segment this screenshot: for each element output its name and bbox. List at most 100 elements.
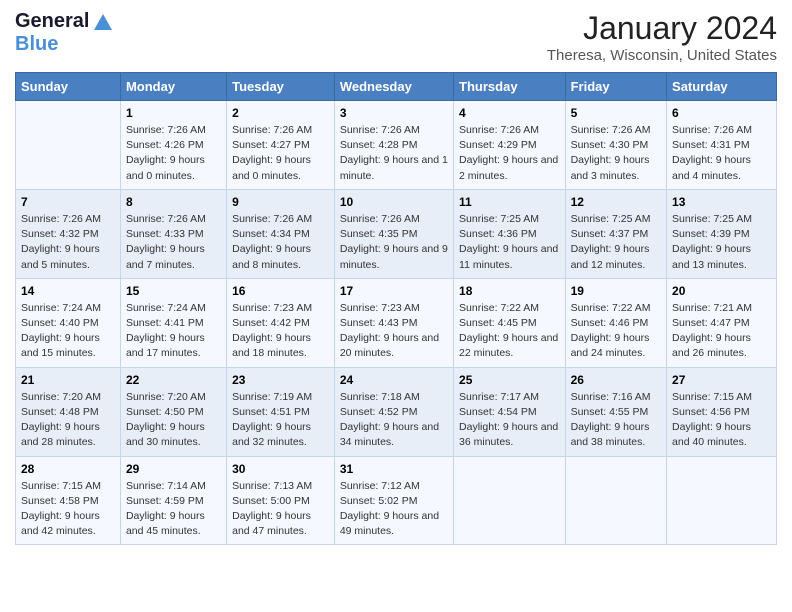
logo-blue-text: Blue (15, 33, 58, 56)
day-number: 17 (340, 284, 448, 298)
calendar-cell: 15Sunrise: 7:24 AMSunset: 4:41 PMDayligh… (120, 278, 226, 367)
calendar-cell: 20 Sunrise: 7:21 AMSunset: 4:47 PMDayligh… (667, 278, 777, 367)
day-number: 5 (571, 106, 661, 120)
cell-info: Sunrise: 7:24 AMSunset: 4:40 PMDaylight:… (21, 301, 115, 362)
calendar-subtitle: Theresa, Wisconsin, United States (547, 47, 777, 64)
cell-info: Sunrise: 7:16 AMSunset: 4:55 PMDaylight:… (571, 390, 661, 451)
cell-info: Sunrise: 7:26 AMSunset: 4:29 PMDaylight:… (459, 123, 560, 184)
calendar-cell: 16Sunrise: 7:23 AMSunset: 4:42 PMDayligh… (227, 278, 335, 367)
day-header-sunday: Sunday (16, 73, 121, 101)
cell-info: Sunrise: 7:20 AMSunset: 4:48 PMDaylight:… (21, 390, 115, 451)
day-number: 23 (232, 373, 329, 387)
calendar-cell: 12 Sunrise: 7:25 AMSunset: 4:37 PMDayligh… (565, 189, 666, 278)
day-number: 1 (126, 106, 221, 120)
calendar-cell: 2Sunrise: 7:26 AMSunset: 4:27 PMDaylight… (227, 101, 335, 190)
calendar-cell: 13 Sunrise: 7:25 AMSunset: 4:39 PMDayligh… (667, 189, 777, 278)
calendar-week-row: 14 Sunrise: 7:24 AMSunset: 4:40 PMDayligh… (16, 278, 777, 367)
calendar-cell: 29Sunrise: 7:14 AMSunset: 4:59 PMDayligh… (120, 456, 226, 545)
calendar-cell (667, 456, 777, 545)
calendar-cell: 21Sunrise: 7:20 AMSunset: 4:48 PMDayligh… (16, 367, 121, 456)
day-number: 27 (672, 373, 771, 387)
cell-info: Sunrise: 7:22 AMSunset: 4:45 PMDaylight:… (459, 301, 560, 362)
calendar-week-row: 7 Sunrise: 7:26 AMSunset: 4:32 PMDaylight… (16, 189, 777, 278)
calendar-title: January 2024 (547, 10, 777, 47)
page-header: General Blue January 2024 Theresa, Wisco… (15, 10, 777, 64)
day-header-thursday: Thursday (454, 73, 566, 101)
calendar-cell: 11 Sunrise: 7:25 AMSunset: 4:36 PMDayligh… (454, 189, 566, 278)
day-number: 18 (459, 284, 560, 298)
day-number: 4 (459, 106, 560, 120)
day-number: 6 (672, 106, 771, 120)
cell-info: Sunrise: 7:25 AMSunset: 4:37 PMDaylight:… (571, 212, 661, 273)
calendar-cell (16, 101, 121, 190)
calendar-week-row: 28 Sunrise: 7:15 AMSunset: 4:58 PMDayligh… (16, 456, 777, 545)
day-number: 13 (672, 195, 771, 209)
cell-info: Sunrise: 7:22 AMSunset: 4:46 PMDaylight:… (571, 301, 661, 362)
day-number: 12 (571, 195, 661, 209)
day-number: 26 (571, 373, 661, 387)
logo: General Blue (15, 10, 112, 56)
calendar-cell: 6 Sunrise: 7:26 AMSunset: 4:31 PMDaylight… (667, 101, 777, 190)
cell-info: Sunrise: 7:14 AMSunset: 4:59 PMDaylight:… (126, 479, 221, 540)
calendar-week-row: 1 Sunrise: 7:26 AMSunset: 4:26 PMDaylight… (16, 101, 777, 190)
cell-info: Sunrise: 7:26 AMSunset: 4:30 PMDaylight:… (571, 123, 661, 184)
day-number: 9 (232, 195, 329, 209)
title-block: January 2024 Theresa, Wisconsin, United … (547, 10, 777, 64)
day-number: 16 (232, 284, 329, 298)
cell-info: Sunrise: 7:26 AMSunset: 4:26 PMDaylight:… (126, 123, 221, 184)
logo-triangle-icon (94, 14, 112, 30)
cell-info: Sunrise: 7:18 AMSunset: 4:52 PMDaylight:… (340, 390, 448, 451)
calendar-cell (565, 456, 666, 545)
calendar-cell: 18 Sunrise: 7:22 AMSunset: 4:45 PMDayligh… (454, 278, 566, 367)
day-number: 8 (126, 195, 221, 209)
day-number: 28 (21, 462, 115, 476)
calendar-cell: 3Sunrise: 7:26 AMSunset: 4:28 PMDaylight… (334, 101, 453, 190)
cell-info: Sunrise: 7:20 AMSunset: 4:50 PMDaylight:… (126, 390, 221, 451)
cell-info: Sunrise: 7:23 AMSunset: 4:43 PMDaylight:… (340, 301, 448, 362)
cell-info: Sunrise: 7:26 AMSunset: 4:28 PMDaylight:… (340, 123, 448, 184)
day-number: 30 (232, 462, 329, 476)
calendar-cell (454, 456, 566, 545)
day-number: 20 (672, 284, 771, 298)
day-number: 25 (459, 373, 560, 387)
day-number: 19 (571, 284, 661, 298)
cell-info: Sunrise: 7:26 AMSunset: 4:32 PMDaylight:… (21, 212, 115, 273)
calendar-cell: 22 Sunrise: 7:20 AMSunset: 4:50 PMDayligh… (120, 367, 226, 456)
cell-info: Sunrise: 7:26 AMSunset: 4:31 PMDaylight:… (672, 123, 771, 184)
day-number: 10 (340, 195, 448, 209)
cell-info: Sunrise: 7:13 AMSunset: 5:00 PMDaylight:… (232, 479, 329, 540)
day-header-friday: Friday (565, 73, 666, 101)
day-number: 2 (232, 106, 329, 120)
cell-info: Sunrise: 7:15 AMSunset: 4:58 PMDaylight:… (21, 479, 115, 540)
calendar-cell: 19 Sunrise: 7:22 AMSunset: 4:46 PMDayligh… (565, 278, 666, 367)
cell-info: Sunrise: 7:21 AMSunset: 4:47 PMDaylight:… (672, 301, 771, 362)
cell-info: Sunrise: 7:25 AMSunset: 4:36 PMDaylight:… (459, 212, 560, 273)
cell-info: Sunrise: 7:17 AMSunset: 4:54 PMDaylight:… (459, 390, 560, 451)
day-number: 7 (21, 195, 115, 209)
calendar-cell: 30 Sunrise: 7:13 AMSunset: 5:00 PMDayligh… (227, 456, 335, 545)
day-header-tuesday: Tuesday (227, 73, 335, 101)
day-number: 11 (459, 195, 560, 209)
days-header-row: SundayMondayTuesdayWednesdayThursdayFrid… (16, 73, 777, 101)
cell-info: Sunrise: 7:15 AMSunset: 4:56 PMDaylight:… (672, 390, 771, 451)
day-header-wednesday: Wednesday (334, 73, 453, 101)
day-number: 31 (340, 462, 448, 476)
day-number: 14 (21, 284, 115, 298)
cell-info: Sunrise: 7:19 AMSunset: 4:51 PMDaylight:… (232, 390, 329, 451)
calendar-cell: 25 Sunrise: 7:17 AMSunset: 4:54 PMDayligh… (454, 367, 566, 456)
calendar-cell: 9 Sunrise: 7:26 AMSunset: 4:34 PMDaylight… (227, 189, 335, 278)
calendar-cell: 24Sunrise: 7:18 AMSunset: 4:52 PMDayligh… (334, 367, 453, 456)
calendar-cell: 1 Sunrise: 7:26 AMSunset: 4:26 PMDaylight… (120, 101, 226, 190)
day-header-saturday: Saturday (667, 73, 777, 101)
cell-info: Sunrise: 7:12 AMSunset: 5:02 PMDaylight:… (340, 479, 448, 540)
calendar-cell: 17 Sunrise: 7:23 AMSunset: 4:43 PMDayligh… (334, 278, 453, 367)
cell-info: Sunrise: 7:26 AMSunset: 4:34 PMDaylight:… (232, 212, 329, 273)
day-header-monday: Monday (120, 73, 226, 101)
day-number: 22 (126, 373, 221, 387)
cell-info: Sunrise: 7:25 AMSunset: 4:39 PMDaylight:… (672, 212, 771, 273)
calendar-cell: 27 Sunrise: 7:15 AMSunset: 4:56 PMDayligh… (667, 367, 777, 456)
logo-general-text: General (15, 10, 89, 33)
calendar-cell: 26 Sunrise: 7:16 AMSunset: 4:55 PMDayligh… (565, 367, 666, 456)
day-number: 15 (126, 284, 221, 298)
cell-info: Sunrise: 7:26 AMSunset: 4:35 PMDaylight:… (340, 212, 448, 273)
